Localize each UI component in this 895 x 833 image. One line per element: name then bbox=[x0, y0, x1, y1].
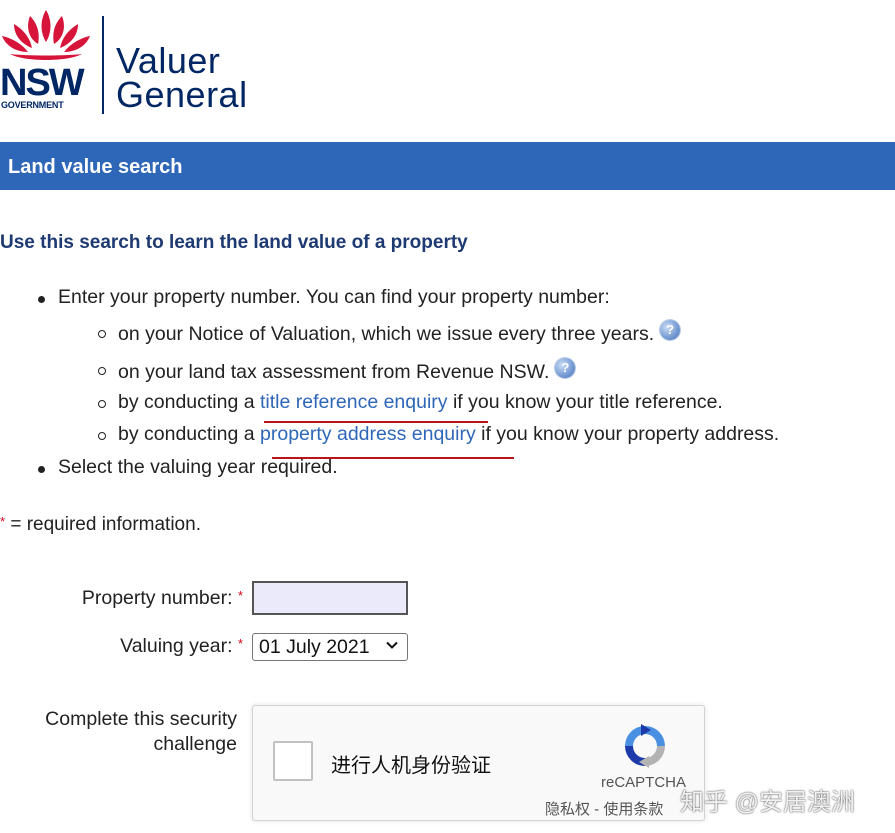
help-icon[interactable]: ? bbox=[555, 358, 576, 378]
list-item: Select the valuing year required. bbox=[58, 456, 338, 478]
chevron-down-icon bbox=[386, 641, 398, 649]
list-item-text: on your Notice of Valuation, which we is… bbox=[118, 323, 655, 345]
list-item-text: by conducting a bbox=[118, 423, 261, 445]
lead-heading: Use this search to learn the land value … bbox=[0, 232, 468, 253]
valuing-year-label-text: Valuing year: bbox=[120, 635, 233, 657]
required-star: * bbox=[237, 588, 243, 603]
property-number-label: Property number: * bbox=[82, 587, 243, 610]
title-reference-enquiry-link[interactable]: title reference enquiry bbox=[260, 391, 448, 413]
required-star: * bbox=[237, 636, 243, 651]
property-address-enquiry-link[interactable]: property address enquiry bbox=[260, 423, 476, 445]
list-item-text: on your land tax assessment from Revenue… bbox=[118, 361, 550, 383]
nsw-wordmark: NSW bbox=[0, 62, 85, 104]
sub-bullet-circle bbox=[98, 367, 106, 375]
security-label-line: Complete this security bbox=[45, 708, 237, 730]
sub-bullet-circle bbox=[98, 400, 106, 408]
government-wordmark: GOVERNMENT bbox=[1, 100, 64, 110]
list-item-text: by conducting a bbox=[118, 391, 261, 413]
valuing-year-selected: 01 July 2021 bbox=[259, 636, 370, 658]
page-banner: Land value search bbox=[0, 142, 895, 190]
waratah-icon bbox=[2, 10, 90, 60]
nsw-valuer-general-logo: NSW GOVERNMENT Valuer General bbox=[0, 8, 270, 115]
logo-divider bbox=[102, 16, 104, 114]
recaptcha-privacy-terms-links[interactable]: 隐私权 - 使用条款 bbox=[545, 798, 663, 819]
property-number-label-text: Property number: bbox=[81, 587, 233, 609]
title-line-1: Valuer bbox=[116, 40, 221, 81]
recaptcha-label: 进行人机身份验证 bbox=[331, 755, 491, 777]
help-icon[interactable]: ? bbox=[660, 320, 681, 340]
watermark: 知乎 @安居澳洲 bbox=[680, 789, 856, 816]
list-item-text: if you know your title reference. bbox=[447, 391, 723, 413]
required-info-text: = required information. bbox=[5, 514, 201, 535]
sub-bullet-circle bbox=[98, 330, 106, 338]
list-item-property-address: by conducting a property address enquiry… bbox=[118, 423, 779, 446]
valuing-year-select[interactable]: 01 July 2021 bbox=[252, 633, 408, 661]
bullet-dot bbox=[38, 296, 45, 303]
list-item-text: if you know your property address. bbox=[475, 423, 780, 445]
property-number-input[interactable] bbox=[252, 581, 408, 615]
annotation-underline bbox=[272, 457, 514, 459]
recaptcha-brand: reCAPTCHA bbox=[601, 774, 687, 791]
list-item-land-tax: on your land tax assessment from Revenue… bbox=[118, 358, 576, 384]
recaptcha-checkbox[interactable] bbox=[273, 741, 313, 781]
annotation-underline bbox=[264, 421, 488, 423]
required-info-note: * = required information. bbox=[0, 514, 201, 536]
bullet-dot bbox=[38, 466, 45, 473]
valuing-year-label: Valuing year: * bbox=[120, 635, 243, 658]
security-challenge-label: Complete this security challenge bbox=[45, 707, 237, 757]
valuer-general-title: Valuer General bbox=[116, 40, 248, 115]
list-item: Enter your property number. You can find… bbox=[58, 286, 610, 308]
recaptcha-widget: 进行人机身份验证 reCAPTCHA 隐私权 - 使用条款 bbox=[252, 705, 705, 821]
list-item-title-reference: by conducting a title reference enquiry … bbox=[118, 391, 723, 414]
list-item-notice: on your Notice of Valuation, which we is… bbox=[118, 320, 681, 346]
title-line-2: General bbox=[116, 74, 248, 115]
page-title: Land value search bbox=[8, 156, 183, 178]
security-label-line: challenge bbox=[153, 733, 237, 755]
sub-bullet-circle bbox=[98, 432, 106, 440]
recaptcha-logo-icon bbox=[625, 724, 665, 768]
